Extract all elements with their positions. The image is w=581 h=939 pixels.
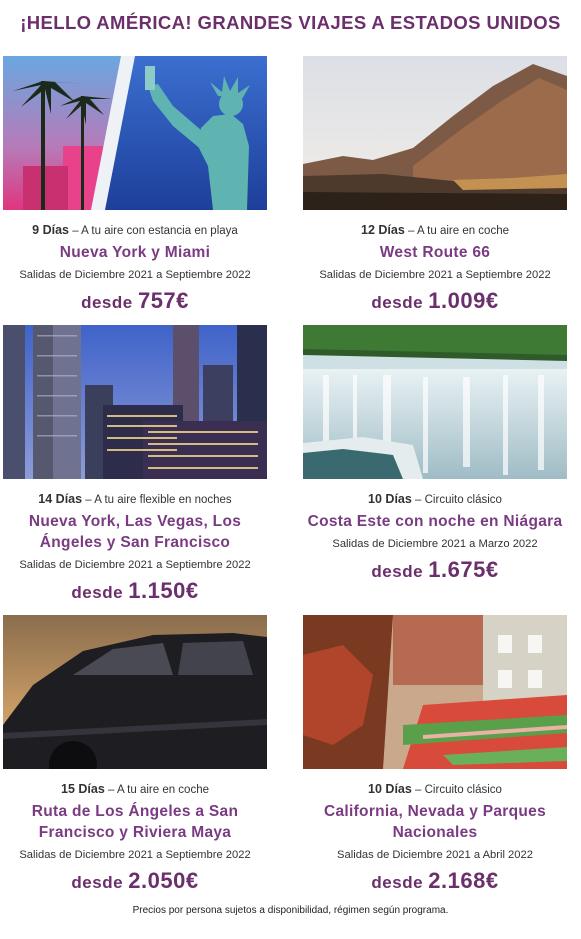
meta-separator: – [69, 225, 82, 237]
trip-meta: 14 Días – A tu aire flexible en noches [3, 492, 267, 507]
trip-days: 10 Días [368, 492, 412, 506]
trip-meta: 10 Días – Circuito clásico [303, 782, 567, 797]
meta-separator: – [411, 784, 425, 796]
trip-meta: 9 Días – A tu aire con estancia en playa [3, 223, 267, 238]
trip-type: Circuito clásico [424, 494, 502, 506]
trip-days: 10 Días [368, 782, 412, 796]
trip-name[interactable]: Nueva York y Miami [3, 242, 267, 263]
trip-name[interactable]: Nueva York, Las Vegas, Los Ángeles y San… [3, 511, 267, 553]
meta-separator: – [82, 494, 95, 506]
city-skyline-photo[interactable] [3, 325, 267, 479]
trip-days: 9 Días [32, 223, 70, 237]
trip-meta: 12 Días – A tu aire en coche [303, 223, 567, 238]
trip-card-ny-lv-la-sf[interactable]: 14 Días – A tu aire flexible en noches N… [3, 325, 267, 609]
meta-separator: – [411, 494, 425, 506]
trip-type: A tu aire en coche [416, 225, 509, 237]
trip-dates: Salidas de Diciembre 2021 a Septiembre 2… [19, 559, 251, 571]
price-prefix: desde [371, 562, 429, 581]
price-prefix: desde [371, 293, 429, 312]
trip-meta: 10 Días – Circuito clásico [303, 492, 567, 507]
desert-mountains-photo[interactable] [303, 56, 567, 210]
page-title: ¡HELLO AMÉRICA! GRANDES VIAJES A ESTADOS… [20, 12, 561, 33]
trip-type: A tu aire flexible en noches [94, 494, 232, 506]
niagara-falls-photo[interactable] [303, 325, 567, 479]
price-amount: 2.050€ [128, 868, 199, 893]
trip-days: 14 Días [38, 492, 83, 506]
trip-dates: Salidas de Diciembre 2021 a Marzo 2022 [332, 538, 538, 550]
trip-name[interactable]: Ruta de Los Ángeles a San Francisco y Ri… [3, 801, 267, 843]
trip-card-ruta-la-sf-riviera[interactable]: 15 Días – A tu aire en coche Ruta de Los… [3, 615, 267, 899]
car-sunset-photo[interactable] [3, 615, 267, 769]
trip-dates: Salidas de Diciembre 2021 a Septiembre 2… [19, 269, 251, 281]
trip-name[interactable]: California, Nevada y Parques Nacionales [303, 801, 567, 843]
price-amount: 1.675€ [428, 557, 499, 582]
price-disclaimer: Precios por persona sujetos a disponibil… [132, 905, 449, 916]
miami-liberty-photo[interactable] [3, 56, 267, 210]
trip-days: 15 Días [61, 782, 105, 796]
trip-days: 12 Días [361, 223, 405, 237]
trip-card-nueva-york-miami[interactable]: 9 Días – A tu aire con estancia en playa… [3, 56, 267, 319]
price-prefix: desde [81, 293, 138, 312]
trip-meta: 15 Días – A tu aire en coche [3, 782, 267, 797]
meta-separator: – [404, 225, 417, 237]
trip-price[interactable]: desde 2.168€ [303, 866, 567, 899]
price-amount: 1.150€ [128, 578, 199, 603]
trip-type: Circuito clásico [424, 784, 502, 796]
trip-card-west-route-66[interactable]: 12 Días – A tu aire en coche West Route … [303, 56, 567, 319]
lombard-street-photo[interactable] [303, 615, 567, 769]
trip-name[interactable]: West Route 66 [303, 242, 567, 263]
trip-price[interactable]: desde 757€ [3, 286, 267, 319]
trip-dates: Salidas de Diciembre 2021 a Abril 2022 [337, 849, 533, 861]
price-amount: 757€ [137, 288, 189, 313]
price-prefix: desde [71, 583, 129, 602]
trip-price[interactable]: desde 2.050€ [3, 866, 267, 899]
trip-dates: Salidas de Diciembre 2021 a Septiembre 2… [19, 849, 251, 861]
trip-dates: Salidas de Diciembre 2021 a Septiembre 2… [319, 269, 551, 281]
trip-card-california-nevada[interactable]: 10 Días – Circuito clásico California, N… [303, 615, 567, 899]
trip-card-costa-este[interactable]: 10 Días – Circuito clásico Costa Este co… [303, 325, 567, 588]
price-prefix: desde [371, 873, 429, 892]
meta-separator: – [104, 784, 117, 796]
trip-type: A tu aire en coche [116, 784, 209, 796]
trip-price[interactable]: desde 1.009€ [303, 286, 567, 319]
price-amount: 1.009€ [428, 288, 499, 313]
trip-type: A tu aire con estancia en playa [81, 225, 238, 237]
price-amount: 2.168€ [428, 868, 499, 893]
trip-name[interactable]: Costa Este con noche en Niágara [303, 511, 567, 532]
trip-price[interactable]: desde 1.150€ [3, 576, 267, 609]
price-prefix: desde [71, 873, 129, 892]
trip-price[interactable]: desde 1.675€ [303, 555, 567, 588]
